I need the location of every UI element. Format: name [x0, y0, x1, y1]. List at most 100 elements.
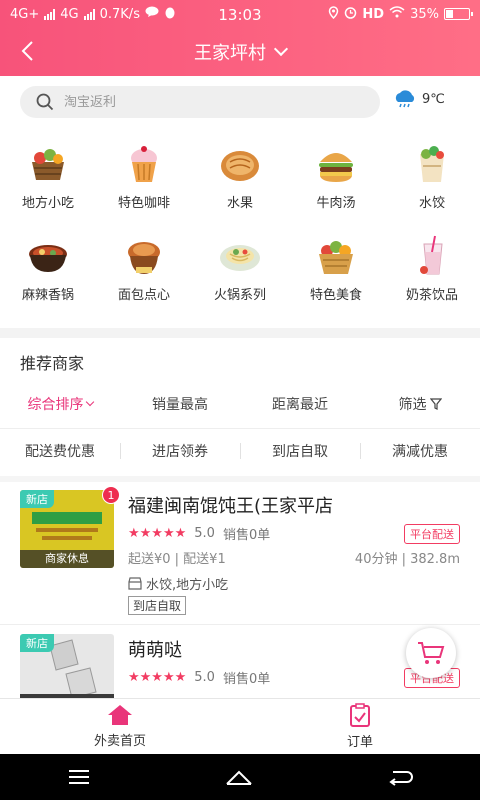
sort-tab-label: 综合排序	[27, 397, 84, 413]
bread-pot-icon	[122, 234, 166, 278]
sort-tabs: 综合排序 销量最高 距离最近 筛选	[0, 384, 480, 424]
back-nav-icon[interactable]	[387, 768, 414, 786]
category-item[interactable]: 水饺	[384, 130, 480, 222]
rating-value: 5.0	[194, 670, 215, 685]
divider	[0, 428, 480, 429]
category-item[interactable]: 火锅系列	[192, 222, 288, 314]
category-item[interactable]: 麻辣香锅	[0, 222, 96, 314]
category-label: 地方小吃	[21, 196, 74, 211]
weather-widget[interactable]: 9℃	[392, 90, 445, 108]
bottom-tab-bar: 外卖首页 订单	[0, 698, 480, 754]
new-store-badge: 新店	[20, 490, 54, 508]
rating-row: ★★★★★ 5.0 销售0单	[128, 668, 270, 687]
category-item[interactable]: 特色咖啡	[96, 130, 192, 222]
tab-home[interactable]: 外卖首页	[0, 699, 240, 754]
signal-icon	[44, 8, 56, 20]
hd-label: HD	[362, 6, 385, 22]
floating-cart-button[interactable]	[406, 628, 456, 678]
cloud-rain-icon	[395, 90, 415, 108]
category-label: 面包点心	[117, 288, 170, 303]
signal-icon-2	[83, 8, 95, 20]
category-item[interactable]: 牛肉汤	[288, 130, 384, 222]
noodle-plate-icon	[218, 234, 262, 278]
status-bar: 4G+ 4G 0.7K/s HD 35% 13:03	[0, 0, 480, 28]
battery-percent: 35%	[410, 6, 439, 22]
location-selector[interactable]: 王家坪村	[194, 39, 289, 65]
filter-delivery-discount[interactable]: 配送费优惠	[0, 441, 120, 461]
pickup-tag: 到店自取	[128, 596, 187, 615]
status-right: HD 35%	[328, 5, 473, 23]
section-divider	[0, 328, 480, 338]
search-input[interactable]	[64, 94, 344, 110]
network-label: 4G+	[10, 6, 40, 22]
sort-tab-sales[interactable]: 销量最高	[120, 394, 240, 414]
back-button[interactable]	[14, 38, 40, 64]
menu-icon[interactable]	[67, 769, 91, 785]
category-grid: 地方小吃 特色咖啡 水果 牛肉汤 水饺 麻辣香锅 面包点心 火锅系列 特色美食 …	[0, 130, 480, 325]
category-item[interactable]: 水果	[192, 130, 288, 222]
store-card[interactable]: 新店 商家休息 1 福建闽南馄饨王(王家平店 ★★★★★ 5.0 销售0单 平台…	[0, 486, 480, 630]
rating-row: ★★★★★ 5.0 销售0单	[128, 524, 270, 543]
tab-orders[interactable]: 订单	[240, 699, 480, 754]
category-item[interactable]: 奶茶饮品	[384, 222, 480, 314]
sort-tab-filter[interactable]: 筛选	[360, 394, 480, 414]
category-label: 水果	[226, 196, 253, 211]
sort-tab-distance[interactable]: 距离最近	[240, 394, 360, 414]
sales-count: 销售0单	[222, 528, 271, 543]
category-label: 牛肉汤	[316, 196, 356, 211]
salad-bag-icon	[410, 142, 454, 186]
weather-temp: 9℃	[422, 91, 445, 107]
filter-full-reduction[interactable]: 满减优惠	[360, 441, 480, 461]
network-label-2: 4G	[60, 6, 79, 22]
home-icon	[108, 705, 132, 725]
cupcake-icon	[122, 142, 166, 186]
divider	[0, 624, 480, 625]
star-rating-icon: ★★★★★	[128, 526, 187, 541]
wifi-icon	[389, 6, 405, 22]
location-status-icon	[328, 5, 339, 23]
delivery-badge: 平台配送	[404, 524, 460, 544]
app-header: 4G+ 4G 0.7K/s HD 35% 13:03 王家坪村	[0, 0, 480, 76]
hotpot-bowl-icon	[26, 234, 70, 278]
category-label: 水饺	[418, 196, 445, 211]
chat-notification-icon	[145, 6, 159, 22]
alarm-icon	[344, 6, 357, 23]
home-button-icon[interactable]	[224, 768, 254, 786]
delivery-info: 起送¥0 | 配送¥1	[128, 552, 226, 567]
cart-count-badge: 1	[102, 486, 120, 504]
sort-tab-default[interactable]: 综合排序	[0, 394, 120, 414]
store-name: 福建闽南馄饨王(王家平店	[128, 496, 334, 517]
search-bar[interactable]	[20, 86, 380, 118]
filter-pickup[interactable]: 到店自取	[240, 441, 360, 461]
fruit-basket-icon	[314, 234, 358, 278]
store-status-label: 商家休息	[20, 550, 114, 568]
tab-label: 订单	[346, 735, 373, 750]
burger-icon	[314, 142, 358, 186]
store-thumbnail[interactable]: 新店 商家休息	[20, 490, 114, 568]
section-title: 推荐商家	[20, 354, 85, 373]
category-label: 麻辣香锅	[21, 288, 74, 303]
shop-icon	[128, 577, 142, 590]
battery-icon	[444, 8, 473, 20]
shopping-cart-icon	[418, 642, 445, 664]
category-item[interactable]: 地方小吃	[0, 130, 96, 222]
category-label: 特色美食	[309, 288, 362, 303]
delivery-eta: 40分钟 | 382.8m	[354, 552, 460, 567]
pancake-icon	[218, 142, 262, 186]
star-rating-icon: ★★★★★	[128, 670, 187, 685]
store-tags: 水饺,地方小吃	[128, 574, 228, 593]
tab-label: 外卖首页	[93, 734, 146, 749]
category-item[interactable]: 面包点心	[96, 222, 192, 314]
filter-chips: 配送费优惠 进店领券 到店自取 满减优惠	[0, 432, 480, 470]
category-item[interactable]: 特色美食	[288, 222, 384, 314]
location-name: 王家坪村	[194, 43, 266, 64]
chevron-down-icon	[273, 41, 289, 57]
penguin-notification-icon	[164, 6, 176, 23]
sort-tab-label: 销量最高	[152, 397, 208, 413]
order-icon	[350, 703, 370, 727]
filter-icon	[429, 398, 442, 410]
search-icon	[36, 93, 54, 111]
filter-coupon[interactable]: 进店领券	[120, 441, 240, 461]
status-left: 4G+ 4G 0.7K/s	[10, 6, 176, 23]
new-store-badge: 新店	[20, 634, 54, 652]
